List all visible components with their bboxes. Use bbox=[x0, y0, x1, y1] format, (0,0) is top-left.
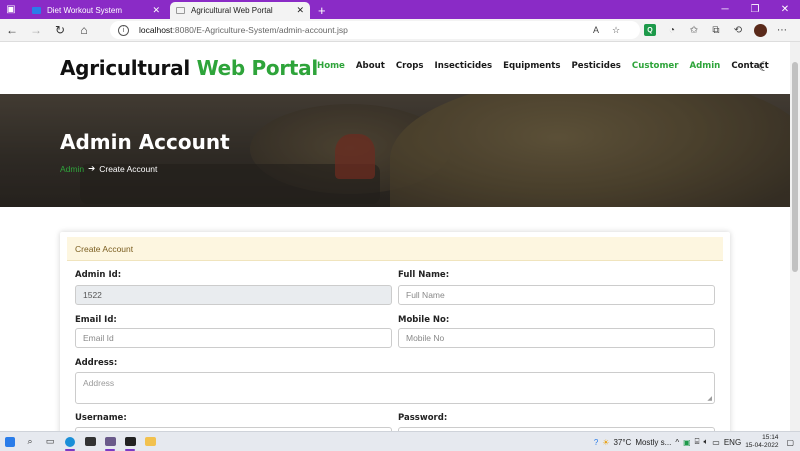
show-hidden-icons[interactable]: ^ bbox=[675, 438, 679, 447]
notifications-icon[interactable]: ▢ bbox=[786, 438, 794, 447]
create-account-card: Create Account Admin Id: 1522 Full Name:… bbox=[60, 232, 730, 431]
url-path: :8080/E-Agriculture-System/admin-account… bbox=[172, 25, 348, 35]
refresh-icon[interactable]: ↻ bbox=[48, 19, 72, 42]
forward-icon[interactable]: → bbox=[24, 19, 48, 42]
breadcrumb: Admin ➔ Create Account bbox=[60, 163, 157, 174]
os-taskbar: ⌕ ▭ ? ☀ 37°C Mostly s... ^ ▣ ⌸ 🔈︎ ▭ ENG … bbox=[0, 431, 800, 451]
volume-icon[interactable]: 🔈︎ bbox=[703, 437, 708, 447]
read-aloud-icon[interactable]: A bbox=[588, 25, 604, 36]
mobile-field[interactable]: Mobile No bbox=[398, 328, 715, 348]
brand-accent-text: Web Portal bbox=[196, 56, 319, 80]
refresh-extension-icon[interactable]: ◔ bbox=[662, 20, 682, 40]
nav-crops[interactable]: Crops bbox=[396, 61, 424, 71]
extensions: Q ◔ ✩ ⧉ ⟲ ⋯ bbox=[640, 20, 792, 40]
tab-actions-icon[interactable]: ▣ bbox=[0, 0, 22, 19]
full-name-field[interactable]: Full Name bbox=[398, 285, 715, 305]
nav-home[interactable]: Home bbox=[317, 61, 345, 71]
address-textarea[interactable]: Address ◢ bbox=[75, 372, 715, 404]
collections-icon[interactable]: ⧉ bbox=[706, 20, 726, 40]
tab-favicon bbox=[32, 7, 41, 14]
site-brand[interactable]: Agricultural Web Portal bbox=[60, 56, 318, 80]
nav-customer[interactable]: Customer bbox=[632, 61, 679, 71]
browser-tab-bar: ▣ Diet Workout System ✕ Agricultural Web… bbox=[0, 0, 800, 19]
username-label: Username: bbox=[75, 413, 127, 423]
mobile-label: Mobile No: bbox=[398, 315, 450, 325]
favorite-star-icon[interactable]: ☆ bbox=[608, 25, 624, 36]
new-tab-button[interactable]: + bbox=[318, 2, 326, 19]
edge-browser-icon[interactable] bbox=[60, 432, 80, 451]
tab-diet-workout[interactable]: Diet Workout System ✕ bbox=[26, 2, 166, 19]
clock-date: 15-04-2022 bbox=[745, 442, 779, 449]
network-icon[interactable]: ⌸ bbox=[695, 437, 700, 447]
tab-title: Diet Workout System bbox=[47, 6, 122, 15]
tray-app-icon[interactable]: ▣ bbox=[683, 438, 691, 447]
sync-icon[interactable]: ⟲ bbox=[728, 20, 748, 40]
breadcrumb-admin-link[interactable]: Admin bbox=[60, 164, 84, 174]
terminal-icon[interactable] bbox=[80, 432, 100, 451]
minimize-icon[interactable]: ─ bbox=[710, 0, 740, 19]
email-label: Email Id: bbox=[75, 315, 117, 325]
help-icon[interactable]: ? bbox=[594, 438, 598, 447]
resize-grip-icon[interactable]: ◢ bbox=[707, 395, 712, 402]
main-nav: Home About Crops Insecticides Equipments… bbox=[317, 61, 780, 71]
breadcrumb-current: Create Account bbox=[99, 163, 158, 174]
close-icon[interactable]: ✕ bbox=[152, 5, 160, 16]
email-field[interactable]: Email Id bbox=[75, 328, 392, 348]
page-banner: Admin Account Admin ➔ Create Account bbox=[0, 94, 790, 207]
battery-icon[interactable]: ▭ bbox=[712, 438, 720, 447]
admin-id-label: Admin Id: bbox=[75, 270, 122, 280]
close-window-icon[interactable]: ✕ bbox=[770, 0, 800, 19]
tab-title: Agricultural Web Portal bbox=[191, 6, 273, 15]
tab-agricultural-portal[interactable]: Agricultural Web Portal ✕ bbox=[170, 2, 310, 19]
weather-temp[interactable]: 37°C bbox=[613, 438, 631, 447]
weather-text[interactable]: Mostly s... bbox=[635, 438, 671, 447]
admin-id-field[interactable]: 1522 bbox=[75, 285, 392, 305]
web-page: Agricultural Web Portal Home About Crops… bbox=[0, 42, 790, 431]
system-tray: ? ☀ 37°C Mostly s... ^ ▣ ⌸ 🔈︎ ▭ ENG 15:1… bbox=[594, 432, 800, 451]
weather-icon[interactable]: ☀ bbox=[602, 438, 609, 447]
extension-green-icon[interactable]: Q bbox=[640, 20, 660, 40]
cmd-icon[interactable] bbox=[120, 432, 140, 451]
full-name-label: Full Name: bbox=[398, 270, 450, 280]
close-icon[interactable]: ✕ bbox=[296, 5, 304, 16]
nav-pesticides[interactable]: Pesticides bbox=[571, 61, 620, 71]
search-icon[interactable]: ⌕ bbox=[20, 432, 40, 451]
browser-toolbar: ← → ↻ ⌂ i localhost :8080/E-Agriculture-… bbox=[0, 19, 800, 42]
page-title: Admin Account bbox=[60, 130, 230, 154]
avatar[interactable] bbox=[750, 20, 770, 40]
favorites-icon[interactable]: ✩ bbox=[684, 20, 704, 40]
clock[interactable]: 15:14 15-04-2022 bbox=[745, 434, 778, 450]
site-header: Agricultural Web Portal Home About Crops… bbox=[0, 42, 790, 94]
arrow-right-icon: ➔ bbox=[88, 163, 96, 173]
more-menu-icon[interactable]: ⋯ bbox=[772, 20, 792, 40]
nav-admin[interactable]: Admin bbox=[689, 61, 720, 71]
brand-text: Agricultural bbox=[60, 56, 190, 80]
nav-insecticides[interactable]: Insecticides bbox=[435, 61, 493, 71]
window-controls: ─ ❐ ✕ bbox=[710, 0, 800, 19]
nav-equipments[interactable]: Equipments bbox=[503, 61, 560, 71]
password-label: Password: bbox=[398, 413, 448, 423]
file-explorer-icon[interactable] bbox=[140, 432, 160, 451]
address-placeholder: Address bbox=[83, 378, 115, 388]
home-icon[interactable]: ⌂ bbox=[72, 19, 96, 42]
page-scrollbar[interactable] bbox=[790, 42, 800, 431]
app-icon[interactable] bbox=[100, 432, 120, 451]
address-label: Address: bbox=[75, 358, 118, 368]
language-indicator[interactable]: ENG bbox=[724, 438, 741, 447]
address-bar[interactable]: i localhost :8080/E-Agriculture-System/a… bbox=[110, 21, 640, 39]
back-icon[interactable]: ← bbox=[0, 19, 24, 42]
url-host: localhost bbox=[139, 25, 173, 35]
nav-about[interactable]: About bbox=[356, 61, 385, 71]
dark-mode-toggle-icon[interactable]: ☾ bbox=[758, 59, 770, 75]
restore-icon[interactable]: ❐ bbox=[740, 0, 770, 19]
tab-favicon bbox=[176, 7, 185, 14]
windows-start-icon[interactable] bbox=[0, 432, 20, 451]
task-view-icon[interactable]: ▭ bbox=[40, 432, 60, 451]
card-header: Create Account bbox=[67, 237, 723, 261]
clock-time: 15:14 bbox=[762, 434, 779, 441]
site-info-icon[interactable]: i bbox=[118, 24, 129, 36]
